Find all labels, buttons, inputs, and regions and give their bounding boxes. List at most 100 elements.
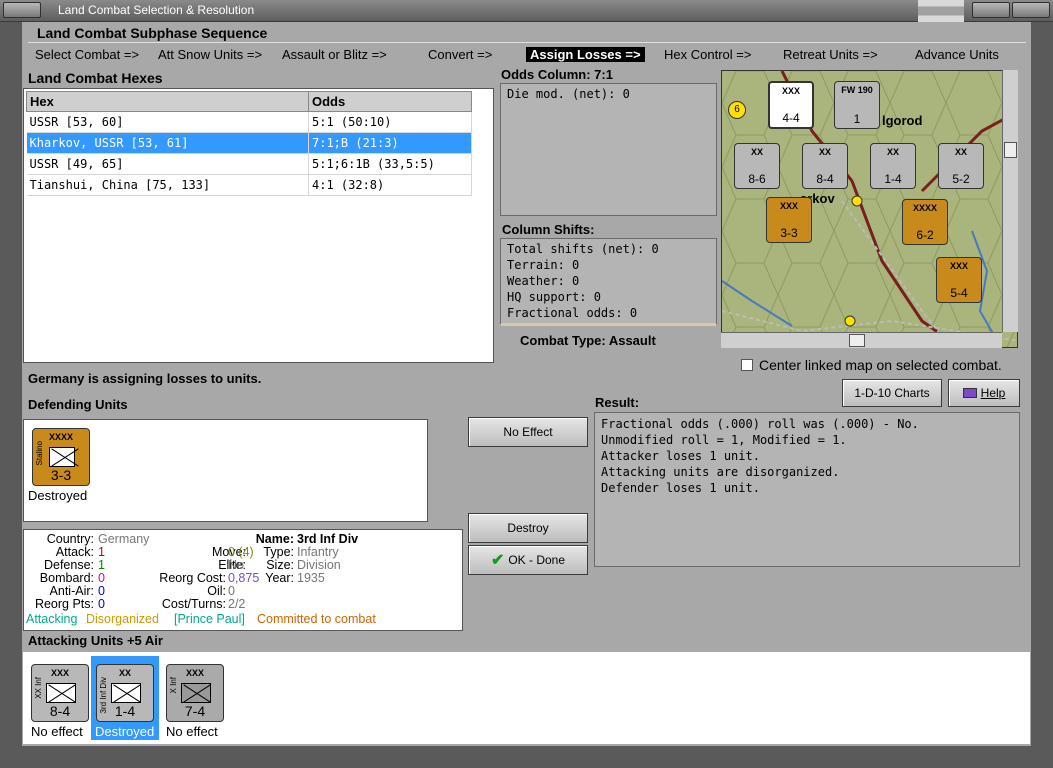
close-button[interactable] xyxy=(1012,2,1050,18)
checkmark-icon: ✔ xyxy=(490,552,505,569)
status-message: Germany is assigning losses to units. xyxy=(28,371,262,386)
minimize-button[interactable] xyxy=(972,2,1010,18)
table-row[interactable]: USSR [53, 60] 5:1 (50:10) xyxy=(26,111,472,133)
antiair-label: Anti-Air: xyxy=(49,584,94,598)
map-unit-counter[interactable]: XX 5-2 xyxy=(938,143,984,189)
map-unit-counter[interactable]: XXX 3-3 xyxy=(766,197,812,243)
year-value: 1935 xyxy=(297,571,325,585)
subphase-title: Land Combat Subphase Sequence xyxy=(37,25,268,41)
attacking-unit-counter-selected[interactable]: XX 3rd Inf Div 1-4 xyxy=(96,664,154,722)
defending-units-box: XXXX Stalino 3-3 Destroyed xyxy=(23,419,428,522)
antiair-value: 0 xyxy=(98,584,105,598)
flag-disorganized: Disorganized xyxy=(86,612,159,626)
reorg-pts-label: Reorg Pts: xyxy=(34,597,94,611)
type-value: Infantry xyxy=(297,545,339,559)
attacking-units-title: Attacking Units +5 Air xyxy=(28,633,163,648)
table-row[interactable]: Tianshui, China [75, 133] 4:1 (32:8) xyxy=(26,174,472,196)
attacking-unit-counter[interactable]: XXX XX Inf 8-4 xyxy=(31,664,89,722)
destroy-button[interactable]: Destroy xyxy=(468,513,588,543)
weather-text: Weather: 0 xyxy=(507,274,580,288)
country-value: Germany xyxy=(98,532,150,546)
phase-convert: Convert => xyxy=(428,47,493,62)
combat-type-text: Combat Type: Assault xyxy=(520,333,656,348)
center-map-label: Center linked map on selected combat. xyxy=(759,357,1002,373)
hex-cell: USSR [53, 60] xyxy=(26,111,309,133)
attacking-units-box: XXX XX Inf 8-4 No effect XX 3rd Inf Div … xyxy=(23,652,1030,744)
cost-turns-label: Cost/Turns: xyxy=(161,597,226,611)
ok-done-button[interactable]: ✔ OK - Done xyxy=(468,545,588,575)
terrain-text: Terrain: 0 xyxy=(507,258,580,272)
map-unit-counter[interactable]: XXXX 6-2 xyxy=(902,199,948,245)
map-vertical-scrollbar[interactable] xyxy=(1002,70,1018,332)
table-row-selected[interactable]: Kharkov, USSR [53, 61] 7:1;B (21:3) xyxy=(26,132,472,154)
cost-turns-value: 2/2 xyxy=(228,597,246,611)
hexes-table: Hex Odds USSR [53, 60] 5:1 (50:10) Khark… xyxy=(26,91,472,196)
attacking-unit-status: No effect xyxy=(166,724,218,739)
book-icon xyxy=(962,388,977,398)
attacking-unit-status: No effect xyxy=(31,724,83,739)
column-header-odds[interactable]: Odds xyxy=(308,91,472,112)
name-value: 3rd Inf Div xyxy=(297,532,359,546)
type-label: Type: xyxy=(263,545,294,559)
move-value: 0 (4) xyxy=(228,545,254,559)
result-line: Fractional odds (.000) roll was (.000) -… xyxy=(601,417,919,431)
hq-support-text: HQ support: 0 xyxy=(507,290,601,304)
odds-column-title: Odds Column: 7:1 xyxy=(501,67,613,82)
air-unit-counter[interactable]: FW 190 1 xyxy=(834,81,880,129)
column-header-hex[interactable]: Hex xyxy=(26,91,309,112)
result-line: Defender loses 1 unit. xyxy=(601,481,760,495)
hexes-table-box: Hex Odds USSR [53, 60] 5:1 (50:10) Khark… xyxy=(23,88,494,363)
phase-advance-units: Advance Units xyxy=(915,47,999,62)
german-flag-icon xyxy=(918,0,964,22)
scroll-thumb[interactable] xyxy=(849,334,865,347)
odds-cell: 4:1 (32:8) xyxy=(308,174,472,196)
attacking-unit-counter[interactable]: XXX X Inf 7-4 xyxy=(166,664,224,722)
hex-cell: USSR [49, 65] xyxy=(26,153,309,175)
size-label: Size: xyxy=(266,558,294,572)
map-marker: 6 xyxy=(728,101,746,119)
attacking-unit-status: Destroyed xyxy=(95,724,155,739)
map-horizontal-scrollbar[interactable] xyxy=(721,332,1002,348)
center-map-checkbox[interactable] xyxy=(741,359,753,371)
odds-cell: 5:1;6:1B (33,5:5) xyxy=(308,153,472,175)
bombard-label: Bombard: xyxy=(39,571,94,585)
attack-value: 1 xyxy=(98,545,105,559)
reorg-pts-value: 0 xyxy=(98,597,105,611)
name-label: Name: xyxy=(255,532,294,546)
place-name-belgorod: lgorod xyxy=(882,113,923,128)
odds-box: Die mod. (net): 0 xyxy=(500,83,717,216)
elite-value: No xyxy=(228,558,244,572)
flag-committed: Committed to combat xyxy=(257,612,376,626)
total-shifts-text: Total shifts (net): 0 xyxy=(507,242,659,256)
title-bar: Land Combat Selection & Resolution xyxy=(0,0,1053,22)
defense-label: Defense: xyxy=(43,558,94,572)
map-unit-counter[interactable]: XXX 5-4 xyxy=(936,257,982,303)
hexes-title: Land Combat Hexes xyxy=(28,70,163,86)
scroll-thumb[interactable] xyxy=(1004,142,1017,158)
unit-info-panel: Country: Germany Attack: 1 Defense: 1 Bo… xyxy=(23,529,463,631)
column-shifts-title: Column Shifts: xyxy=(502,222,595,237)
size-value: Division xyxy=(297,558,341,572)
map-unit-counter[interactable]: XX 8-6 xyxy=(734,143,780,189)
map-unit-counter[interactable]: XXX 4-4 xyxy=(768,81,814,129)
defending-unit-counter[interactable]: XXXX Stalino 3-3 xyxy=(32,428,90,486)
flag-attacking: Attacking xyxy=(26,612,78,626)
charts-button[interactable]: 1-D-10 Charts xyxy=(842,379,942,407)
flag-hq: [Prince Paul] xyxy=(174,612,245,626)
linked-map[interactable]: lgorod arkov XXX 4-4 FW 190 1 XX 8-6 XX … xyxy=(721,70,1018,348)
result-line: Unmodified roll = 1, Modified = 1. xyxy=(601,433,847,447)
bombard-value: 0 xyxy=(98,571,105,585)
system-menu-button[interactable] xyxy=(3,2,41,18)
phase-hex-control: Hex Control => xyxy=(664,47,752,62)
no-effect-button[interactable]: No Effect xyxy=(468,417,588,447)
country-label: Country: xyxy=(46,532,94,546)
defense-value: 1 xyxy=(98,558,105,572)
defending-units-title: Defending Units xyxy=(28,397,128,412)
hex-cell: Kharkov, USSR [53, 61] xyxy=(26,132,309,154)
help-button[interactable]: Help xyxy=(948,379,1020,407)
result-box: Fractional odds (.000) roll was (.000) -… xyxy=(594,412,1020,567)
map-unit-counter[interactable]: XX 8-4 xyxy=(802,143,848,189)
table-row[interactable]: USSR [49, 65] 5:1;6:1B (33,5:5) xyxy=(26,153,472,175)
phase-assign-losses: Assign Losses => xyxy=(526,47,645,62)
map-unit-counter[interactable]: XX 1-4 xyxy=(870,143,916,189)
